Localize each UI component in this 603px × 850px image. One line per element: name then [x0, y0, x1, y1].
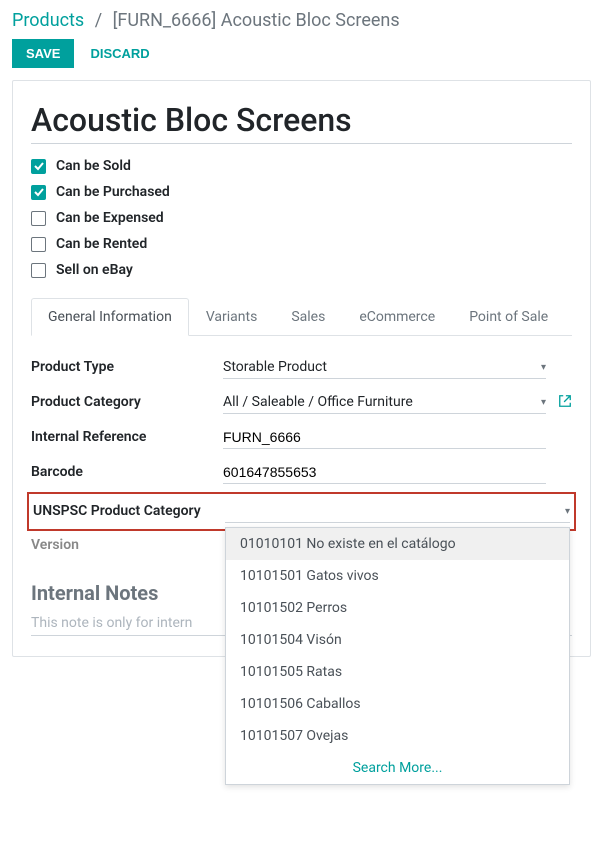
- field-product-type[interactable]: Storable Product ▾: [223, 356, 546, 379]
- checkbox-can-be-purchased[interactable]: Can be Purchased: [31, 184, 572, 200]
- label-internal-reference: Internal Reference: [31, 426, 211, 445]
- tab-ecommerce[interactable]: eCommerce: [342, 298, 452, 335]
- tab-variants[interactable]: Variants: [189, 298, 275, 335]
- checkbox-can-be-sold[interactable]: Can be Sold: [31, 158, 572, 174]
- external-link-icon[interactable]: [558, 391, 572, 412]
- checkbox-label: Can be Purchased: [56, 184, 170, 200]
- breadcrumb-current: [FURN_6666] Acoustic Bloc Screens: [113, 10, 400, 31]
- checkbox-label: Can be Expensed: [56, 210, 164, 226]
- chevron-down-icon: ▾: [565, 506, 570, 517]
- checkbox-icon: [31, 185, 46, 200]
- form-sheet: Acoustic Bloc Screens Can be Sold Can be…: [12, 80, 591, 657]
- tab-point-of-sale[interactable]: Point of Sale: [452, 298, 565, 335]
- checkbox-label: Can be Rented: [56, 236, 147, 252]
- breadcrumb: Products / [FURN_6666] Acoustic Bloc Scr…: [0, 0, 603, 39]
- dropdown-option[interactable]: 10101507 Ovejas: [226, 720, 569, 752]
- label-barcode: Barcode: [31, 461, 211, 480]
- dropdown-option[interactable]: 10101501 Gatos vivos: [226, 560, 569, 592]
- checkbox-label: Can be Sold: [56, 158, 131, 174]
- label-product-type: Product Type: [31, 356, 211, 375]
- dropdown-option[interactable]: 01010101 No existe en el catálogo: [226, 528, 569, 560]
- highlighted-unspsc-row: UNSPSC Product Category ▾ 01010101 No ex…: [31, 496, 572, 527]
- checkbox-can-be-rented[interactable]: Can be Rented: [31, 236, 572, 252]
- unspsc-dropdown: 01010101 No existe en el catálogo 101015…: [225, 527, 570, 785]
- dropdown-option[interactable]: 10101506 Caballos: [226, 688, 569, 720]
- chevron-down-icon: ▾: [541, 362, 546, 373]
- tab-general-information[interactable]: General Information: [31, 298, 189, 336]
- dropdown-option[interactable]: 10101505 Ratas: [226, 656, 569, 688]
- tabs: General Information Variants Sales eComm…: [31, 298, 572, 336]
- field-barcode[interactable]: [223, 461, 546, 484]
- label-unspsc: UNSPSC Product Category: [33, 500, 213, 523]
- checkbox-icon: [31, 263, 46, 278]
- checkbox-can-be-expensed[interactable]: Can be Expensed: [31, 210, 572, 226]
- label-product-category: Product Category: [31, 391, 211, 410]
- checkbox-label: Sell on eBay: [56, 262, 133, 278]
- breadcrumb-root[interactable]: Products: [12, 10, 84, 31]
- form-grid: Product Type Storable Product ▾ Product …: [31, 356, 572, 527]
- checkbox-icon: [31, 237, 46, 252]
- dropdown-option[interactable]: 10101504 Visón: [226, 624, 569, 656]
- checkbox-group: Can be Sold Can be Purchased Can be Expe…: [31, 158, 572, 278]
- chevron-down-icon: ▾: [541, 397, 546, 408]
- tab-sales[interactable]: Sales: [274, 298, 342, 335]
- field-internal-reference[interactable]: [223, 426, 546, 449]
- dropdown-search-more[interactable]: Search More...: [226, 752, 569, 784]
- checkbox-icon: [31, 159, 46, 174]
- product-type-value: Storable Product: [223, 359, 327, 375]
- checkbox-icon: [31, 211, 46, 226]
- field-unspsc[interactable]: ▾: [225, 500, 570, 523]
- unspsc-text-input[interactable]: [225, 503, 565, 519]
- checkbox-sell-on-ebay[interactable]: Sell on eBay: [31, 262, 572, 278]
- field-product-category[interactable]: All / Saleable / Office Furniture ▾: [223, 391, 546, 414]
- save-button[interactable]: SAVE: [12, 39, 74, 68]
- product-title[interactable]: Acoustic Bloc Screens: [31, 101, 572, 144]
- breadcrumb-separator: /: [95, 10, 102, 31]
- product-category-value: All / Saleable / Office Furniture: [223, 394, 413, 410]
- action-bar: SAVE DISCARD: [0, 39, 603, 80]
- discard-button[interactable]: DISCARD: [90, 46, 149, 61]
- dropdown-option[interactable]: 10101502 Perros: [226, 592, 569, 624]
